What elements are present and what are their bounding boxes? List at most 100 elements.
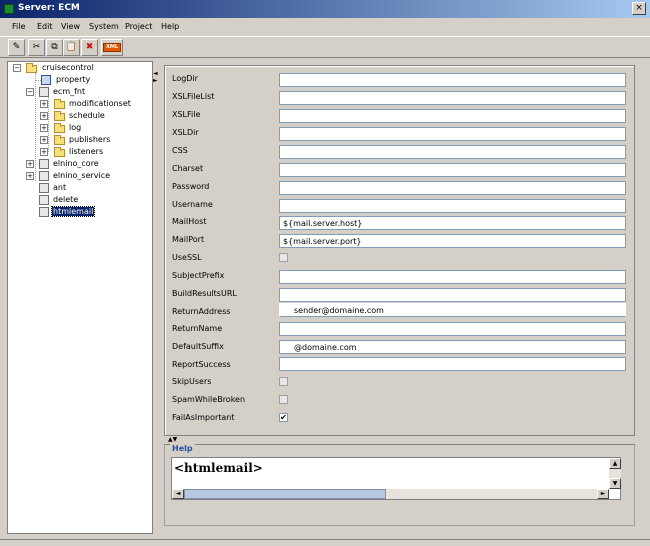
tree-item-label: elnino_core: [53, 159, 99, 168]
help-content: <htmlemail>: [174, 461, 263, 475]
help-title: Help: [170, 444, 195, 453]
tree-item-label: ecm_fnt: [53, 87, 86, 96]
xsldir-field[interactable]: [279, 127, 626, 141]
username-field[interactable]: [279, 199, 626, 213]
tree-item-log[interactable]: + log: [40, 123, 140, 134]
tree-item-property[interactable]: property: [40, 75, 140, 86]
tree-item-elnino-core[interactable]: + elnino_core: [26, 159, 136, 170]
xml-badge: XML: [102, 43, 122, 52]
prop-label-mailhost: MailHost: [172, 217, 207, 226]
skipusers-checkbox[interactable]: [279, 377, 288, 386]
tree-item-listeners[interactable]: + listeners: [40, 147, 140, 158]
folder-icon: [54, 123, 65, 133]
prop-label-subjectprefix: SubjectPrefix: [172, 271, 225, 280]
project-icon: [39, 171, 49, 181]
menu-file[interactable]: File: [12, 22, 25, 31]
scroll-up-icon[interactable]: ▲: [609, 458, 621, 469]
scroll-right-icon[interactable]: ►: [597, 489, 609, 499]
expand-icon[interactable]: +: [40, 112, 48, 120]
folder-icon: [54, 99, 65, 109]
tree-item-label-selected: htmlemail: [50, 206, 96, 217]
xml-icon[interactable]: XML: [101, 39, 123, 56]
css-field[interactable]: [279, 145, 626, 159]
close-button[interactable]: ×: [632, 2, 646, 15]
task-icon: [39, 195, 49, 205]
title-bar: Server: ECM ×: [0, 0, 650, 18]
returnaddress-field[interactable]: sender@domaine.com: [279, 303, 626, 317]
app-icon: [4, 4, 14, 14]
prop-label-returnaddress: ReturnAddress: [172, 307, 231, 316]
menu-edit[interactable]: Edit: [37, 22, 53, 31]
xslfile-field[interactable]: [279, 109, 626, 123]
mailhost-field[interactable]: ${mail.server.host}: [279, 216, 626, 230]
splitter-arrows[interactable]: ◄ ►: [153, 70, 158, 84]
reportsuccess-field[interactable]: [279, 357, 626, 371]
buildresultsurl-field[interactable]: [279, 288, 626, 302]
splitter-left-icon[interactable]: ◄: [153, 70, 158, 77]
tree-item-cruisecontrol[interactable]: − cruisecontrol: [13, 63, 143, 74]
menu-project[interactable]: Project: [125, 22, 152, 31]
expand-icon[interactable]: +: [40, 100, 48, 108]
usessl-checkbox[interactable]: [279, 253, 288, 262]
prop-label-buildresultsurl: BuildResultsURL: [172, 289, 237, 298]
property-icon: [41, 75, 51, 85]
task-icon: [39, 183, 49, 193]
scroll-down-icon[interactable]: ▼: [609, 478, 621, 489]
help-vertical-scrollbar[interactable]: ▲ ▼: [609, 458, 621, 489]
expand-icon[interactable]: +: [40, 124, 48, 132]
defaultsuffix-field[interactable]: @domaine.com: [279, 340, 626, 354]
delete-icon[interactable]: ✖: [81, 39, 98, 56]
charset-field[interactable]: [279, 163, 626, 177]
logdir-field[interactable]: [279, 73, 626, 87]
tree-item-label: elnino_service: [53, 171, 111, 180]
help-horizontal-scrollbar[interactable]: ◄ ►: [172, 489, 609, 499]
returnname-field[interactable]: [279, 322, 626, 336]
cut-icon[interactable]: ✂: [28, 39, 45, 56]
tree-item-label: property: [56, 75, 91, 84]
tree-item-delete[interactable]: delete: [39, 195, 139, 206]
prop-label-xslfile: XSLFile: [172, 110, 201, 119]
project-icon: [39, 87, 49, 97]
tree-item-label: log: [69, 123, 82, 132]
paste-icon[interactable]: 📋: [63, 39, 80, 56]
tree-item-label: publishers: [69, 135, 111, 144]
copy-icon[interactable]: ⧉: [46, 39, 63, 56]
prop-label-failasimportant: FailAsImportant: [172, 413, 235, 422]
edit-icon[interactable]: ✎: [8, 39, 25, 56]
failasimportant-checkbox[interactable]: ✔: [279, 413, 288, 422]
tree-item-ecm-fnt[interactable]: − ecm_fnt: [26, 87, 136, 98]
tree-item-ant[interactable]: ant: [39, 183, 139, 194]
spamwhilebroken-checkbox[interactable]: [279, 395, 288, 404]
tree-item-publishers[interactable]: + publishers: [40, 135, 140, 146]
splitter-right-icon[interactable]: ►: [153, 77, 158, 84]
expand-icon[interactable]: +: [40, 148, 48, 156]
horizontal-splitter[interactable]: ▲▼: [168, 436, 177, 443]
tree-item-modificationset[interactable]: + modificationset: [40, 99, 150, 110]
scroll-thumb[interactable]: [184, 489, 386, 499]
subjectprefix-field[interactable]: [279, 270, 626, 284]
prop-label-spamwhilebroken: SpamWhileBroken: [172, 395, 246, 404]
xslfilelist-field[interactable]: [279, 91, 626, 105]
expand-icon[interactable]: +: [40, 136, 48, 144]
prop-label-returnname: ReturnName: [172, 324, 223, 333]
expand-icon[interactable]: +: [26, 160, 34, 168]
menu-system[interactable]: System: [89, 22, 119, 31]
prop-label-username: Username: [172, 200, 213, 209]
prop-label-xsldir: XSLDir: [172, 128, 199, 137]
tree-item-label: cruisecontrol: [42, 63, 94, 72]
tree-item-label: schedule: [69, 111, 105, 120]
tree-item-elnino-service[interactable]: + elnino_service: [26, 171, 136, 182]
tree-item-schedule[interactable]: + schedule: [40, 111, 140, 122]
menu-view[interactable]: View: [61, 22, 80, 31]
mailport-field[interactable]: ${mail.server.port}: [279, 234, 626, 248]
collapse-icon[interactable]: −: [13, 64, 21, 72]
password-field[interactable]: [279, 181, 626, 195]
menu-help[interactable]: Help: [161, 22, 179, 31]
project-icon: [39, 159, 49, 169]
tree-item-htmlemail[interactable]: htmlemail: [39, 206, 139, 218]
scroll-left-icon[interactable]: ◄: [172, 489, 184, 499]
expand-icon[interactable]: +: [26, 172, 34, 180]
prop-label-logdir: LogDir: [172, 74, 198, 83]
collapse-icon[interactable]: −: [26, 88, 34, 96]
tree-item-label: delete: [53, 195, 79, 204]
